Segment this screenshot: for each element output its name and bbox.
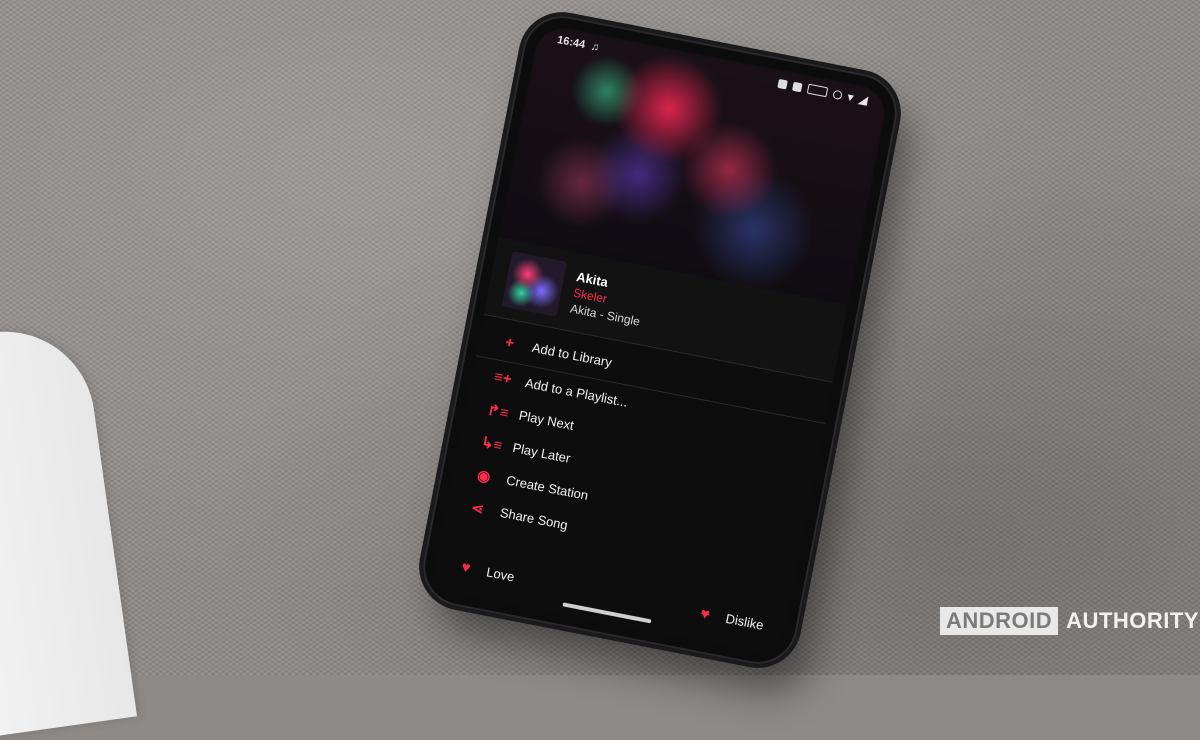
dislike-button[interactable]: ♥ Dislike — [695, 604, 765, 634]
signal-icon: ◢ — [858, 93, 869, 107]
music-note-icon: ♫ — [589, 40, 601, 54]
notification-icon — [777, 78, 788, 89]
battery-icon — [806, 83, 829, 98]
share-icon: ⋖ — [469, 498, 486, 518]
love-button[interactable]: ♥ Love — [456, 557, 516, 585]
dislike-icon: ♥ — [699, 604, 712, 623]
watermark-brand-2: AUTHORITY — [1066, 608, 1199, 633]
dislike-label: Dislike — [724, 610, 765, 633]
plus-icon: + — [503, 333, 516, 352]
love-label: Love — [485, 563, 516, 584]
watermark-brand-1: ANDROID — [940, 607, 1059, 635]
add-playlist-icon: ≡+ — [492, 368, 514, 389]
play-later-icon: ↳≡ — [479, 433, 504, 455]
menu-item-label: Add to Library — [530, 339, 614, 370]
station-icon: ◉ — [475, 466, 492, 486]
status-time: 16:44 — [556, 34, 587, 52]
menu-item-label: Play Next — [517, 407, 576, 433]
heart-icon: ♥ — [460, 557, 473, 577]
wifi-icon: ▾ — [846, 90, 855, 104]
menu-item-label: Share Song — [498, 504, 570, 533]
watermark-logo: ANDROID AUTHORITY — [940, 607, 1199, 635]
album-thumbnail — [501, 251, 568, 317]
play-next-icon: ↱≡ — [485, 401, 511, 422]
menu-item-label: Play Later — [511, 440, 572, 466]
message-icon — [792, 81, 803, 92]
dnd-icon — [832, 89, 843, 100]
